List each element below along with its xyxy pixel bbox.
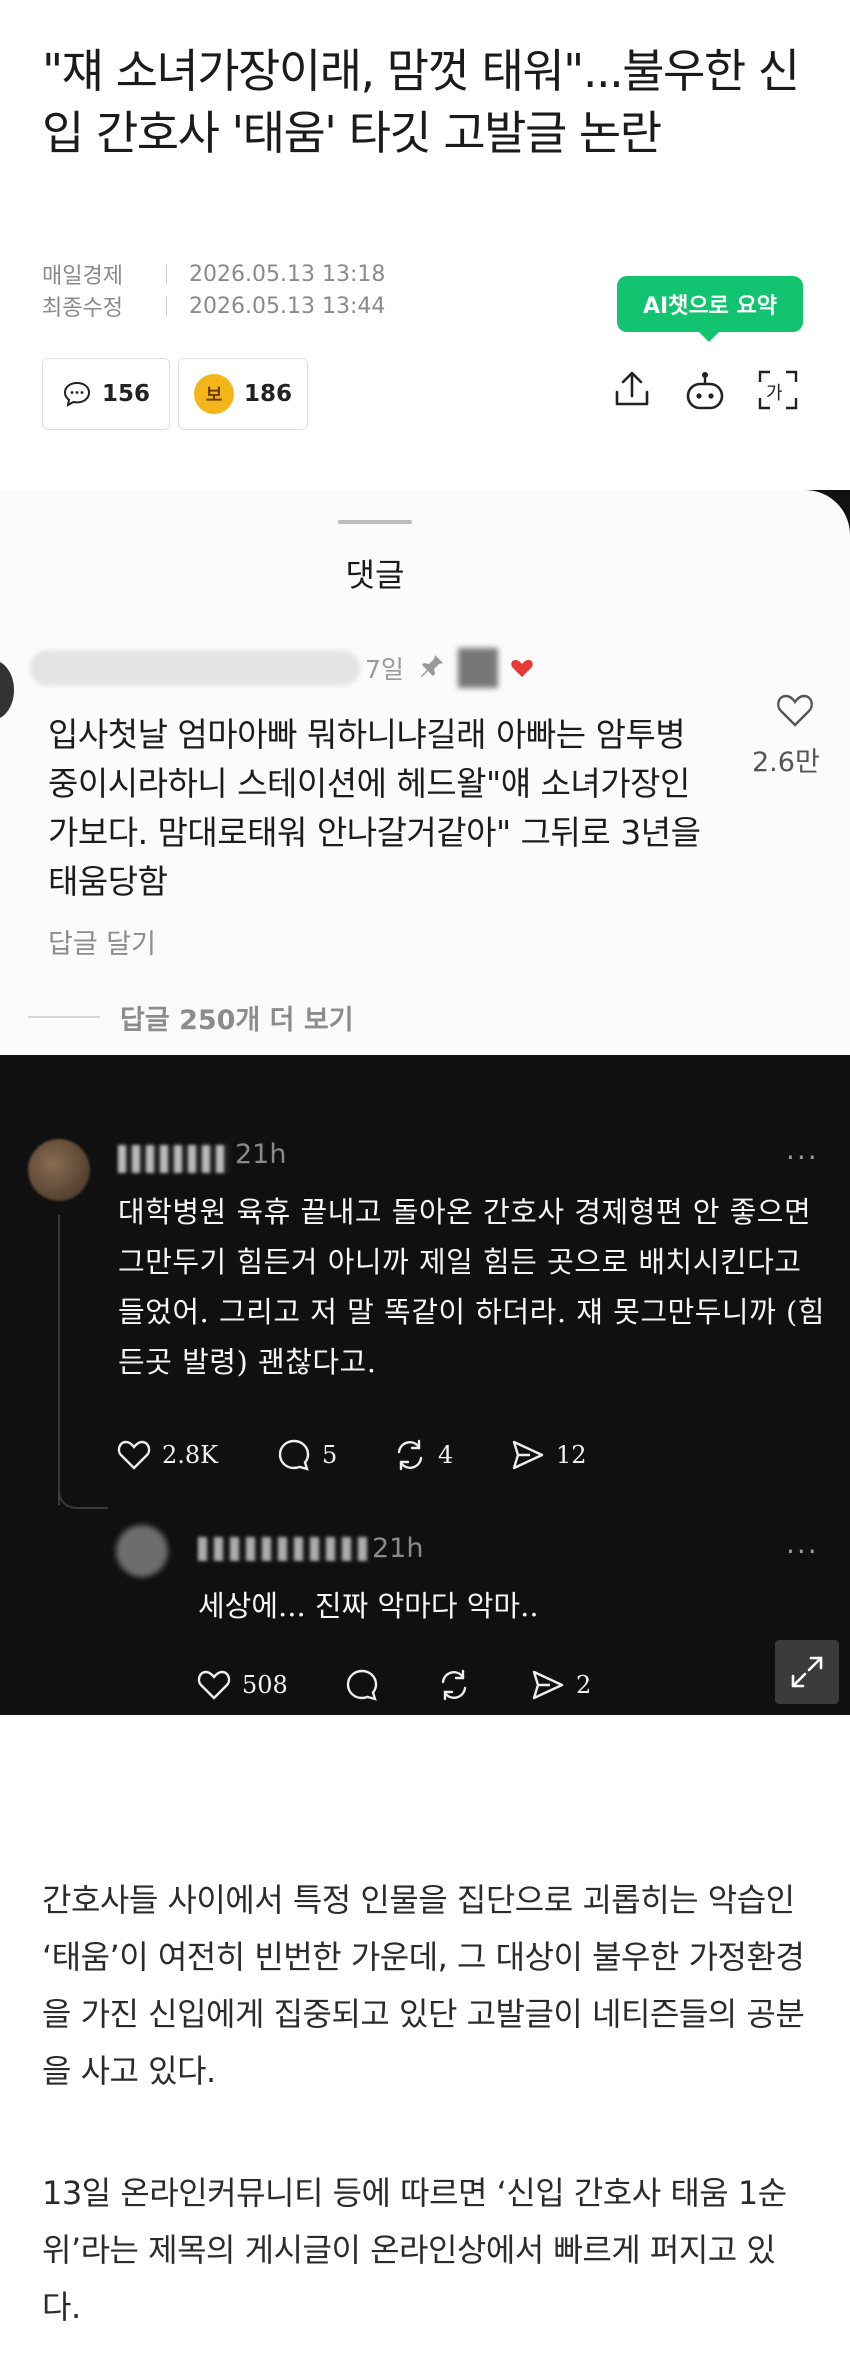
comment-body: 입사첫날 엄마아빠 뭐하니냐길래 아빠는 암투병중이시라하니 스테이션에 헤드왈…: [48, 715, 701, 901]
publish-date: 2026.05.13 13:18: [189, 261, 386, 287]
like-count: 2.8K: [162, 1441, 219, 1469]
comments-button[interactable]: 156: [42, 358, 170, 430]
reply-link[interactable]: 답글 달기: [48, 922, 156, 961]
like-count: 2.6만: [752, 747, 820, 778]
blurred-username: [118, 1145, 230, 1173]
divider: [166, 296, 167, 316]
post-body: 대학병원 육휴 끝내고 돌아온 간호사 경제형편 안 좋으면 그만두기 힘든거 …: [118, 1195, 825, 1379]
send-icon: [532, 1670, 564, 1700]
source-label: 매일경제: [42, 264, 123, 289]
sheet-title: 댓글: [345, 556, 405, 594]
like-action[interactable]: 508: [196, 1667, 288, 1703]
blurred-username: [198, 1537, 368, 1561]
modified-info: 최종수정 2026.05.13 13:44: [42, 290, 385, 322]
comment-count: 156: [101, 381, 150, 407]
repost-icon: [397, 1439, 423, 1471]
avatar: [0, 660, 14, 720]
heart-icon: [117, 1440, 151, 1470]
reply-body: 세상에... 진짜 악마다 악마..: [198, 1589, 539, 1623]
blurred-avatar: [458, 648, 498, 688]
repost-icon: [441, 1669, 467, 1701]
reply-time: 21h: [372, 1533, 424, 1564]
share-action[interactable]: 12: [510, 1437, 587, 1473]
divider: [28, 1016, 100, 1018]
expand-icon: [791, 1656, 823, 1688]
modified-date: 2026.05.13 13:44: [189, 293, 386, 319]
sheet-grabber: [338, 520, 412, 524]
article-paragraph: 간호사들 사이에서 특정 인물을 집단으로 괴롭히는 악습인 ‘태움’이 여전히…: [42, 1881, 805, 2090]
comment-time: 7일: [365, 655, 404, 684]
publish-info: 매일경제 2026.05.13 13:18: [42, 258, 385, 290]
like-action[interactable]: 2.8K: [116, 1437, 218, 1473]
article-paragraph: 13일 온라인커뮤니티 등에 따르면 ‘신입 간호사 태움 1순위’라는 제목의…: [42, 2174, 787, 2326]
thread-connector: [58, 1485, 108, 1509]
ai-summary-button[interactable]: AI챗으로 요약: [617, 276, 803, 342]
share-icon[interactable]: [610, 368, 654, 412]
comment-action[interactable]: [344, 1667, 380, 1703]
pin-icon: [421, 655, 443, 677]
repost-action[interactable]: 4: [392, 1437, 453, 1473]
expand-image-button[interactable]: [775, 1640, 839, 1704]
repost-action[interactable]: [436, 1667, 472, 1703]
heart-icon: [511, 660, 533, 677]
coin-icon: 보: [193, 374, 234, 414]
comment-count: 5: [322, 1441, 338, 1469]
avatar: [28, 1139, 90, 1201]
share-action[interactable]: 2: [530, 1667, 591, 1703]
heart-icon[interactable]: [775, 690, 815, 730]
article-headline: "쟤 소녀가장이래, 맘껏 태워"...불우한 신입 간호사 '태움' 타깃 고…: [42, 44, 800, 160]
embedded-screenshot-thread: 21h ··· 대학병원 육휴 끝내고 돌아온 간호사 경제형편 안 좋으면 그…: [0, 1055, 850, 1715]
avatar: [116, 1525, 168, 1577]
modified-label: 최종수정: [42, 296, 123, 321]
reward-count: 186: [243, 381, 292, 407]
embedded-screenshot-comments: 댓글 7일 입사첫날 엄마아빠 뭐하니냐길래 아빠는 암투병중이시라하니 스테이…: [0, 490, 850, 1055]
svg-text:가: 가: [766, 383, 783, 404]
repost-count: 4: [438, 1441, 454, 1469]
ai-bot-icon[interactable]: [683, 368, 727, 412]
post-time: 21h: [235, 1139, 287, 1170]
thread-line: [58, 1215, 60, 1505]
reward-button[interactable]: 보 186: [178, 358, 308, 430]
send-icon: [512, 1440, 544, 1470]
blurred-username: [30, 650, 360, 686]
more-options-icon[interactable]: ···: [786, 1141, 819, 1174]
comment-icon: [278, 1439, 310, 1471]
comment-action[interactable]: 5: [276, 1437, 337, 1473]
like-count: 508: [242, 1671, 288, 1699]
share-count: 12: [556, 1441, 587, 1469]
comment-icon: [63, 381, 90, 407]
heart-icon: [197, 1670, 231, 1700]
divider: [166, 264, 167, 284]
more-replies-link[interactable]: 답글 250개 더 보기: [120, 998, 354, 1037]
share-count: 2: [576, 1671, 592, 1699]
font-size-icon[interactable]: 가: [756, 368, 800, 412]
more-options-icon[interactable]: ···: [786, 1535, 819, 1568]
comment-icon: [346, 1669, 378, 1701]
